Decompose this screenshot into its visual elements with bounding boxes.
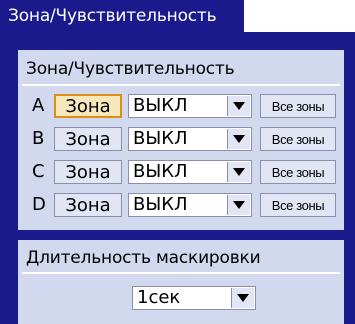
tab-title: Зона/Чувствительность	[8, 6, 217, 26]
section-title: Зона/Чувствительность	[26, 59, 235, 79]
dropdown-arrow-icon[interactable]	[231, 288, 254, 308]
zone-c-button[interactable]: Зона	[54, 160, 122, 184]
window-tab: Зона/Чувствительность	[0, 0, 244, 32]
dropdown-arrow-icon[interactable]	[227, 129, 250, 149]
select-value: ВЫКЛ	[133, 128, 188, 149]
row-letter: D	[32, 194, 46, 215]
row-letter: A	[32, 95, 45, 116]
section-title: Длительность маскировки	[26, 248, 261, 268]
divider	[22, 84, 340, 86]
zone-row-c: C Зона ВЫКЛ Все зоны	[18, 160, 344, 184]
sensitivity-d-select[interactable]: ВЫКЛ	[128, 193, 252, 217]
select-value: ВЫКЛ	[133, 194, 188, 215]
all-zones-c-button[interactable]: Все зоны	[260, 160, 336, 184]
zone-d-button[interactable]: Зона	[54, 193, 122, 217]
mask-duration-select[interactable]: 1сек	[132, 286, 256, 310]
row-letter: B	[32, 128, 45, 149]
zone-sensitivity-section: Зона/Чувствительность A Зона ВЫКЛ Все зо…	[18, 50, 344, 230]
all-zones-a-button[interactable]: Все зоны	[260, 94, 336, 118]
zone-b-button[interactable]: Зона	[54, 127, 122, 151]
zone-a-button[interactable]: Зона	[54, 94, 122, 118]
select-value: ВЫКЛ	[133, 161, 188, 182]
dropdown-arrow-icon[interactable]	[227, 96, 250, 116]
zone-row-a: A Зона ВЫКЛ Все зоны	[18, 94, 344, 118]
row-letter: C	[32, 161, 45, 182]
select-value: ВЫКЛ	[133, 95, 188, 116]
dropdown-arrow-icon[interactable]	[227, 195, 250, 215]
dropdown-arrow-icon[interactable]	[227, 162, 250, 182]
mask-duration-section: Длительность маскировки 1сек	[18, 240, 344, 324]
select-value: 1сек	[137, 287, 181, 308]
sensitivity-b-select[interactable]: ВЫКЛ	[128, 127, 252, 151]
zone-row-b: B Зона ВЫКЛ Все зоны	[18, 127, 344, 151]
zone-row-d: D Зона ВЫКЛ Все зоны	[18, 193, 344, 217]
all-zones-b-button[interactable]: Все зоны	[260, 127, 336, 151]
sensitivity-c-select[interactable]: ВЫКЛ	[128, 160, 252, 184]
sensitivity-a-select[interactable]: ВЫКЛ	[128, 94, 252, 118]
divider	[22, 272, 340, 274]
all-zones-d-button[interactable]: Все зоны	[260, 193, 336, 217]
